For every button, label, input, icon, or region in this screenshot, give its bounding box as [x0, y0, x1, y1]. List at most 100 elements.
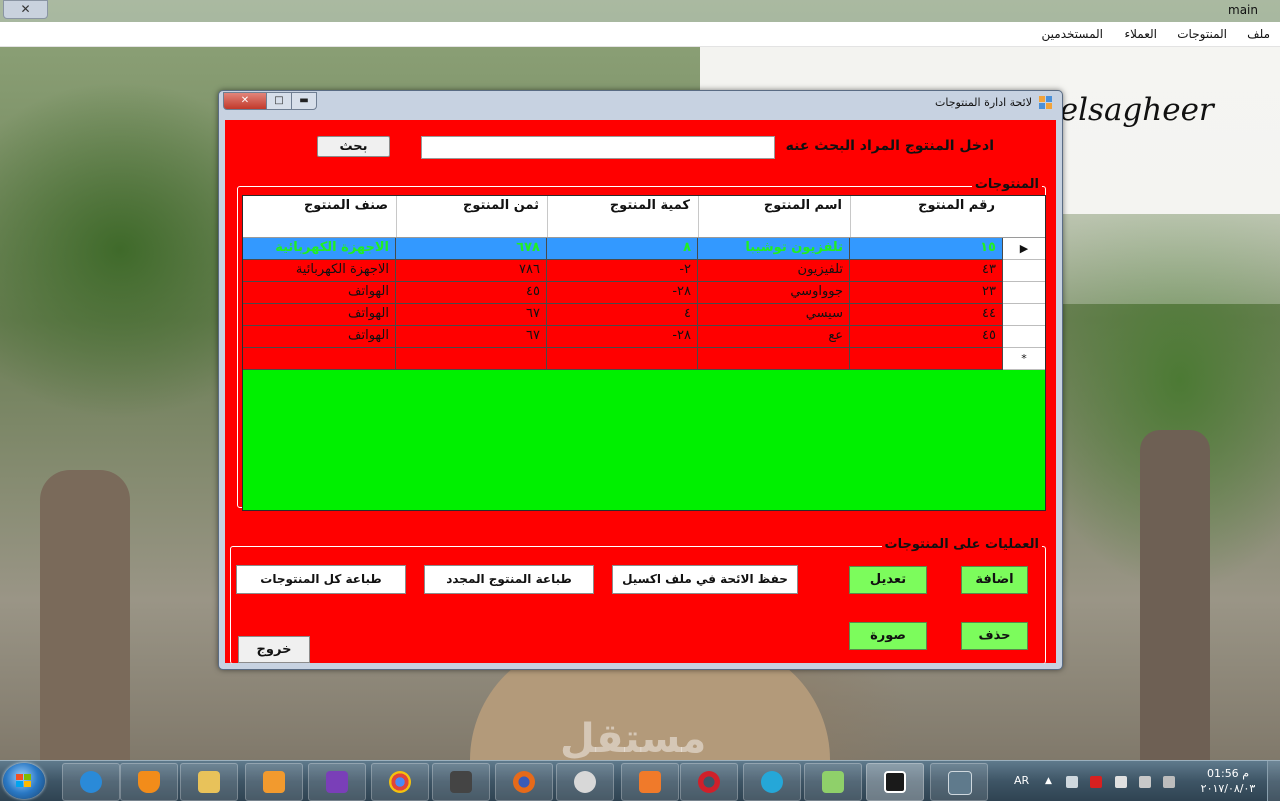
- cell-id[interactable]: ١٥: [850, 238, 1003, 260]
- product-management-dialog: ✕ □ ▬ لائحة ادارة المنتوجات بحث ادخل الم…: [218, 90, 1063, 670]
- cell-name[interactable]: [698, 348, 850, 370]
- cell-quantity[interactable]: ٢-: [547, 260, 698, 282]
- menu-products[interactable]: المنتوجات: [1177, 27, 1227, 41]
- cell-name[interactable]: سيسي: [698, 304, 850, 326]
- cell-category[interactable]: الهواتف: [243, 326, 396, 348]
- background-tree-trunk-right: [1140, 430, 1210, 760]
- show-desktop-button[interactable]: [1267, 761, 1280, 801]
- row-header-new[interactable]: *: [1003, 348, 1045, 370]
- taskbar-media-player[interactable]: [245, 763, 303, 801]
- dialog-minimize-button[interactable]: ▬: [291, 92, 317, 110]
- taskbar-briefcase-app[interactable]: [866, 763, 924, 801]
- column-header-id[interactable]: رقم المنتوج: [850, 196, 1003, 237]
- cell-name[interactable]: عع: [698, 326, 850, 348]
- row-header[interactable]: [1003, 260, 1045, 282]
- network-icon[interactable]: [1139, 776, 1151, 788]
- cell-id[interactable]: ٤٥: [850, 326, 1003, 348]
- cell-price[interactable]: ٧٨٦: [396, 260, 547, 282]
- cell-category[interactable]: الاجهزة الكهربائية: [243, 260, 396, 282]
- video-converter-icon: [761, 771, 783, 793]
- row-header[interactable]: [1003, 304, 1045, 326]
- signal-icon[interactable]: [1163, 776, 1175, 788]
- taskbar-file-explorer[interactable]: [180, 763, 238, 801]
- row-header[interactable]: [1003, 282, 1045, 304]
- cell-name[interactable]: تلفزيون توشيبا: [698, 238, 850, 260]
- briefcase-icon: [884, 771, 906, 793]
- cell-category[interactable]: الهواتف: [243, 304, 396, 326]
- cell-id[interactable]: [850, 348, 1003, 370]
- taskbar-pdf-tool[interactable]: [621, 763, 679, 801]
- table-row[interactable]: ٤٤ سيسي ٤ ٦٧ الهواتف: [243, 304, 1045, 326]
- new-row[interactable]: *: [243, 348, 1045, 370]
- tray-expand-icon[interactable]: ▲: [1045, 776, 1057, 788]
- menu-file[interactable]: ملف: [1247, 27, 1270, 41]
- start-button[interactable]: [3, 763, 45, 799]
- table-row[interactable]: ٤٥ عع ٢٨- ٦٧ الهواتف: [243, 326, 1045, 348]
- column-header-name[interactable]: اسم المنتوج: [698, 196, 850, 237]
- cell-price[interactable]: ٤٥: [396, 282, 547, 304]
- cell-name[interactable]: تلفيزيون: [698, 260, 850, 282]
- cell-quantity[interactable]: ٢٨-: [547, 326, 698, 348]
- exit-button[interactable]: خروج: [238, 636, 310, 663]
- operations-group-title: العمليات على المنتوجات: [881, 537, 1042, 552]
- row-header[interactable]: [1003, 326, 1045, 348]
- cell-id[interactable]: ٤٣: [850, 260, 1003, 282]
- language-indicator[interactable]: AR: [1014, 774, 1029, 787]
- cell-quantity[interactable]: ٨: [547, 238, 698, 260]
- taskbar-window-app[interactable]: [930, 763, 988, 801]
- volume-icon[interactable]: [1066, 776, 1078, 788]
- taskbar: AR ▲ 01:56 م ٢٠١٧/٠٨/٠٣: [0, 760, 1280, 801]
- taskbar-video-converter[interactable]: [743, 763, 801, 801]
- cell-category[interactable]: الهواتف: [243, 282, 396, 304]
- add-button[interactable]: اضافة: [961, 566, 1028, 594]
- row-header-current[interactable]: ▶: [1003, 238, 1045, 260]
- save-excel-button[interactable]: حفظ الائحة في ملف اكسيل: [612, 565, 798, 594]
- table-row[interactable]: ٢٣ جوواوسي ٢٨- ٤٥ الهواتف: [243, 282, 1045, 304]
- cell-category[interactable]: [243, 348, 396, 370]
- taskbar-media-player-classic[interactable]: [432, 763, 490, 801]
- image-button[interactable]: صورة: [849, 622, 927, 650]
- cell-quantity[interactable]: [547, 348, 698, 370]
- cell-price[interactable]: ٦٧٨: [396, 238, 547, 260]
- cell-quantity[interactable]: ٤: [547, 304, 698, 326]
- cell-category[interactable]: الاجهزة الكهربائية: [243, 238, 396, 260]
- search-button[interactable]: بحث: [317, 136, 390, 157]
- dialog-close-button[interactable]: ✕: [223, 92, 267, 110]
- taskbar-vlc[interactable]: [120, 763, 178, 801]
- cell-name[interactable]: جوواوسي: [698, 282, 850, 304]
- column-header-category[interactable]: صنف المنتوج: [243, 196, 396, 237]
- taskbar-visual-studio[interactable]: [308, 763, 366, 801]
- edit-button[interactable]: تعديل: [849, 566, 927, 594]
- table-row[interactable]: ١٥ تلفزيون توشيبا ٨ ٦٧٨ الاجهزة الكهربائ…: [243, 238, 1045, 260]
- cell-id[interactable]: ٤٤: [850, 304, 1003, 326]
- print-new-product-button[interactable]: طباعة المنتوج المجدد: [424, 565, 594, 594]
- taskbar-screen-recorder[interactable]: [556, 763, 614, 801]
- delete-button[interactable]: حذف: [961, 622, 1028, 650]
- taskbar-snipping-tool[interactable]: [804, 763, 862, 801]
- cell-price[interactable]: ٦٧: [396, 326, 547, 348]
- search-input[interactable]: [421, 136, 775, 159]
- clock[interactable]: 01:56 م ٢٠١٧/٠٨/٠٣: [1192, 766, 1264, 796]
- cell-id[interactable]: ٢٣: [850, 282, 1003, 304]
- antivirus-icon[interactable]: [1090, 776, 1102, 788]
- products-grid[interactable]: رقم المنتوج اسم المنتوج كمية المنتوج ثمن…: [242, 195, 1046, 511]
- cell-price[interactable]: ٦٧: [396, 304, 547, 326]
- column-header-quantity[interactable]: كمية المنتوج: [547, 196, 698, 237]
- clock-date: ٢٠١٧/٠٨/٠٣: [1200, 782, 1256, 795]
- cell-quantity[interactable]: ٢٨-: [547, 282, 698, 304]
- dialog-maximize-button[interactable]: □: [266, 92, 292, 110]
- window-app-icon: [948, 771, 972, 795]
- firefox-icon: [513, 771, 535, 793]
- main-close-button[interactable]: ✕: [3, 0, 48, 19]
- menu-customers[interactable]: العملاء: [1124, 27, 1157, 41]
- cell-price[interactable]: [396, 348, 547, 370]
- taskbar-opera[interactable]: [680, 763, 738, 801]
- taskbar-firefox[interactable]: [495, 763, 553, 801]
- print-all-products-button[interactable]: طباعة كل المنتوجات: [236, 565, 406, 594]
- action-center-icon[interactable]: [1115, 776, 1127, 788]
- column-header-price[interactable]: ثمن المنتوج: [396, 196, 547, 237]
- taskbar-internet-explorer[interactable]: [62, 763, 120, 801]
- taskbar-chrome[interactable]: [371, 763, 429, 801]
- menu-users[interactable]: المستخدمين: [1042, 27, 1103, 41]
- table-row[interactable]: ٤٣ تلفيزيون ٢- ٧٨٦ الاجهزة الكهربائية: [243, 260, 1045, 282]
